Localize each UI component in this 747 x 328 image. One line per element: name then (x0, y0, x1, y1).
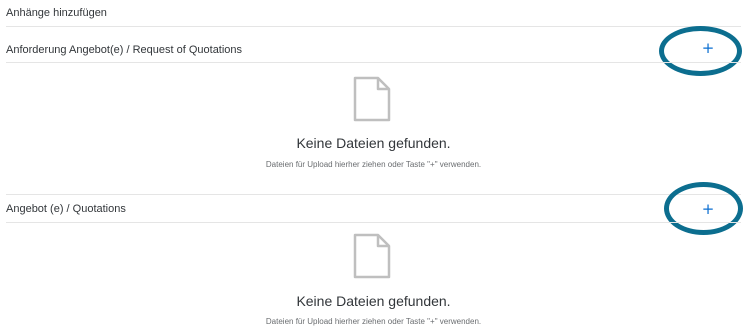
document-icon (353, 76, 391, 122)
highlight-ring (664, 182, 743, 235)
section-title: Anforderung Angebot(e) / Request of Quot… (6, 44, 243, 56)
section-header: Anforderung Angebot(e) / Request of Quot… (6, 36, 741, 64)
page-title: Anhänge hinzufügen (6, 7, 107, 19)
divider (6, 62, 741, 63)
section-title: Angebot (e) / Quotations (6, 203, 126, 215)
divider (6, 26, 741, 27)
empty-state-title: Keine Dateien gefunden. (296, 293, 451, 309)
empty-state-hint: Dateien für Upload hierher ziehen oder T… (265, 160, 482, 169)
empty-state-title: Keine Dateien gefunden. (296, 135, 451, 151)
section-header: Angebot (e) / Quotations (6, 195, 741, 223)
empty-state-hint: Dateien für Upload hierher ziehen oder T… (265, 317, 482, 326)
divider (6, 222, 741, 223)
highlight-ring (659, 26, 742, 76)
document-icon (353, 233, 391, 279)
